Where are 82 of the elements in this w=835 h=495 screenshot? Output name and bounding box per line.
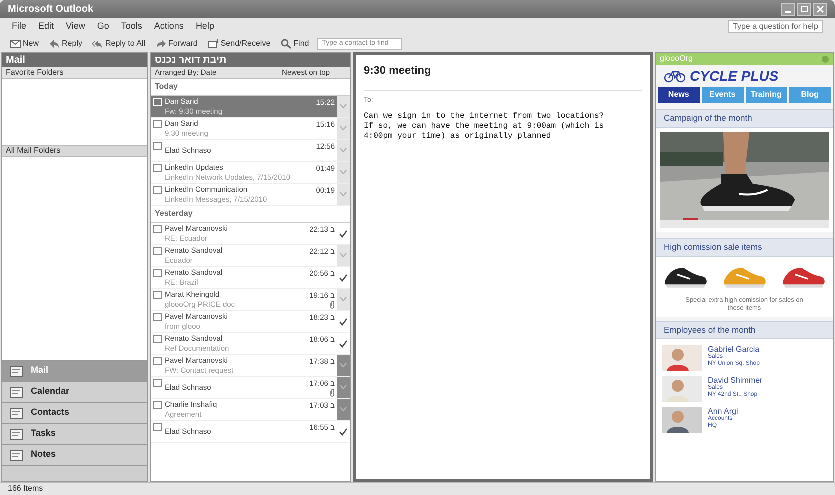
- checkmark-icon: [339, 230, 348, 238]
- checkmark-icon: [339, 428, 348, 436]
- sidebar-tab[interactable]: News: [658, 87, 700, 103]
- section-header: High comission sale items: [656, 238, 833, 256]
- menu-item[interactable]: File: [12, 20, 27, 34]
- send-receive-icon: [208, 38, 219, 48]
- checkmark-icon: [339, 340, 348, 348]
- chevron-icon: [340, 170, 347, 175]
- nav-icon: [10, 450, 23, 460]
- menu-item[interactable]: Tools: [121, 20, 142, 34]
- toolbar-button[interactable]: Reply to All: [90, 38, 148, 50]
- envelope-icon: [153, 225, 162, 233]
- brand-logo: CYCLE PLUS: [690, 66, 779, 86]
- toolbar-button[interactable]: Find: [278, 38, 312, 50]
- minimize-button[interactable]: [781, 2, 795, 16]
- panel-title: gloooOrg: [660, 53, 694, 65]
- employee-name[interactable]: Ann Argi: [708, 407, 738, 416]
- envelope-icon: [153, 269, 162, 277]
- section-header: All Mail Folders: [2, 145, 147, 157]
- message-title: 9:30 meeting: [364, 64, 432, 79]
- envelope-icon: [153, 291, 162, 299]
- checkmark-icon: [339, 274, 348, 282]
- pane-header: Mail: [2, 53, 147, 67]
- envelope-icon: [153, 423, 162, 431]
- maximize-button[interactable]: [797, 2, 811, 16]
- toolbar-button[interactable]: New: [8, 38, 42, 50]
- nav-icon: [10, 386, 23, 398]
- toolbar-button[interactable]: Send/Receive: [206, 38, 273, 50]
- nav-button[interactable]: Contacts: [2, 402, 147, 423]
- search-icon: [280, 38, 292, 48]
- envelope-icon: [153, 401, 162, 409]
- menu-item[interactable]: Edit: [38, 20, 54, 34]
- chevron-icon: [340, 385, 347, 390]
- section-header: Campaign of the month: [656, 109, 833, 128]
- section-header: Favorite Folders: [2, 67, 147, 79]
- envelope-icon: [153, 98, 162, 106]
- envelope-icon: [153, 247, 162, 255]
- envelope-icon: [153, 335, 162, 343]
- nav-button[interactable]: Notes: [2, 444, 147, 465]
- menu-item[interactable]: Actions: [154, 20, 184, 34]
- envelope-icon: [153, 120, 162, 128]
- chevron-icon: [340, 148, 347, 153]
- nav-icon: [10, 408, 23, 418]
- nav-button[interactable]: Tasks: [2, 423, 147, 444]
- settings-icon[interactable]: [822, 56, 829, 62]
- reply-all-arrow-icon: [92, 38, 104, 48]
- checkmark-icon: [339, 318, 348, 326]
- chevron-icon: [340, 192, 347, 197]
- chevron-icon: [340, 407, 347, 412]
- envelope-icon: [153, 164, 162, 172]
- employee-name[interactable]: David Shimmer: [708, 376, 763, 386]
- nav-button[interactable]: Calendar: [2, 381, 147, 402]
- chevron-icon: [340, 297, 347, 302]
- toolbar-button[interactable]: Forward: [154, 38, 200, 50]
- envelope-icon: [153, 313, 162, 321]
- bicycle-icon: [664, 70, 686, 82]
- toolbar-button[interactable]: Reply: [47, 38, 84, 50]
- employee-name[interactable]: Gabriel Garcia: [708, 345, 760, 354]
- close-icon: [816, 6, 824, 12]
- envelope-icon: [153, 357, 162, 365]
- message-body: Can we sign in to the internet from two locations? If so, we can have the meeting at 9:00am (which is 4:00pm your time) as originally planned: [364, 112, 606, 142]
- forward-arrow-icon: [156, 38, 166, 48]
- menu-item[interactable]: View: [66, 20, 86, 34]
- reply-arrow-icon: [49, 38, 60, 48]
- close-button[interactable]: [813, 2, 827, 16]
- chevron-icon: [340, 253, 347, 258]
- status-text: 166 Items: [8, 483, 44, 495]
- menu-item[interactable]: Help: [196, 20, 214, 34]
- envelope-icon: [153, 142, 162, 150]
- envelope-icon: [153, 186, 162, 194]
- nav-icon: [10, 366, 23, 376]
- pane-header: תיבת דואר נכנס: [155, 54, 228, 68]
- help-search-field[interactable]: Type a question for help: [728, 20, 823, 33]
- chevron-icon: [340, 104, 347, 109]
- window-title: Microsoft Outlook: [8, 2, 95, 16]
- nav-icon: [10, 428, 23, 440]
- menu-item[interactable]: Go: [97, 20, 110, 34]
- chevron-icon: [340, 363, 347, 368]
- section-header: Employees of the month: [656, 320, 833, 340]
- envelope-icon: [153, 379, 162, 387]
- chevron-icon: [340, 126, 347, 131]
- envelope-icon: [10, 38, 21, 48]
